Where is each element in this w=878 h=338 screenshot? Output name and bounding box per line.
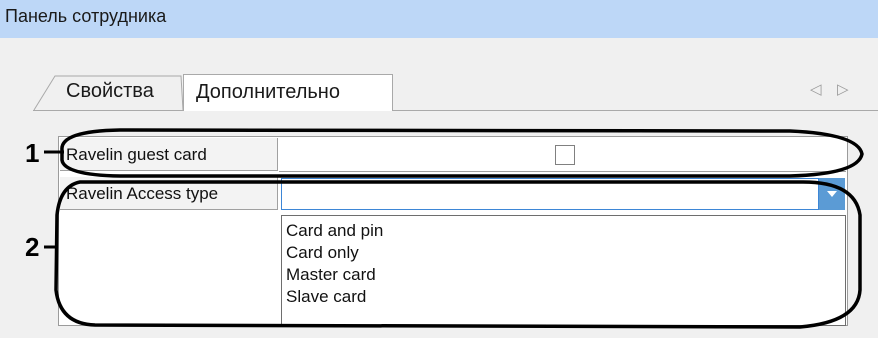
dropdown-option[interactable]: Master card xyxy=(286,264,376,286)
tab-properties[interactable]: Свойства xyxy=(33,74,184,111)
tab-additional-label: Дополнительно xyxy=(196,81,340,103)
dropdown-option[interactable]: Card and pin xyxy=(286,220,383,242)
access-type-combobox[interactable] xyxy=(281,178,819,210)
guest-card-checkbox[interactable] xyxy=(555,145,575,165)
property-label-guest-card: Ravelin guest card xyxy=(60,138,278,171)
dropdown-option[interactable]: Slave card xyxy=(286,286,366,308)
window-title: Панель сотрудника xyxy=(5,6,167,26)
title-bar: Панель сотрудника xyxy=(0,0,878,38)
property-label-access-type: Ravelin Access type xyxy=(60,177,278,210)
chevron-down-icon[interactable] xyxy=(819,178,845,210)
tab-properties-label: Свойства xyxy=(66,80,154,102)
dropdown-option[interactable]: Card only xyxy=(286,242,359,264)
employee-panel: Панель сотрудника Свойства Дополнительно… xyxy=(0,0,878,338)
triangle-left-icon[interactable]: ◁ xyxy=(810,80,822,98)
access-type-dropdown-list: Card and pin Card only Master card Slave… xyxy=(281,215,846,326)
tab-strip: Свойства Дополнительно xyxy=(33,74,878,111)
tab-additional[interactable]: Дополнительно xyxy=(183,74,393,111)
annotation-number-1: 1 xyxy=(25,138,40,168)
triangle-right-icon[interactable]: ▷ xyxy=(837,80,849,98)
annotation-number-2: 2 xyxy=(25,232,40,262)
